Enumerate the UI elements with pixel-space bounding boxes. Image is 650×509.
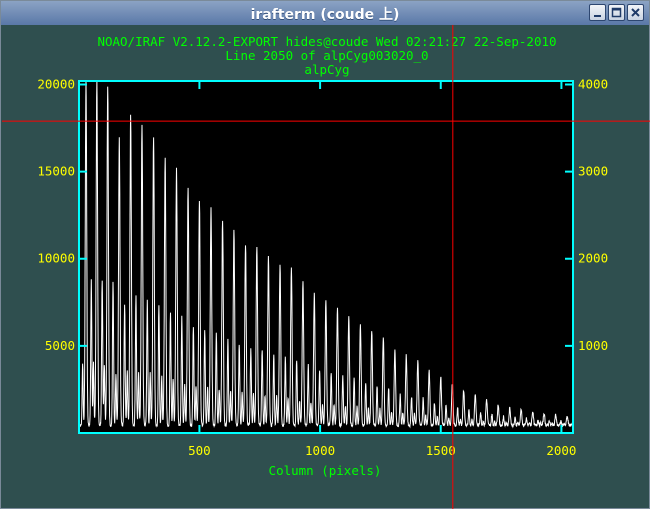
y-left-tick-label: 15000 [37, 164, 75, 179]
window-title: irafterm (coude 上) [250, 7, 400, 23]
x-tick-label: 1500 [426, 443, 456, 458]
x-tick-label: 2000 [546, 443, 576, 458]
x-axis-label: Column (pixels) [269, 463, 382, 478]
maximize-icon [611, 7, 622, 18]
header-line-3: alpCyg [304, 62, 349, 77]
header-line-1: NOAO/IRAF V2.12.2-EXPORT hides@coude Wed… [97, 34, 556, 49]
close-button[interactable] [627, 4, 644, 21]
y-right-tick-label: 1000 [578, 338, 608, 353]
minimize-icon [594, 15, 601, 17]
minimize-button[interactable] [589, 4, 606, 21]
header-line-2: Line 2050 of alpCyg003020_0 [225, 48, 428, 63]
maximize-button[interactable] [608, 4, 625, 21]
close-icon [631, 8, 640, 17]
title-bar[interactable]: irafterm (coude 上) [1, 1, 649, 25]
y-right-tick-label: 3000 [578, 164, 608, 179]
irafterm-window: irafterm (coude 上) NOAO/IRAF V2.12.2-EXP… [0, 0, 650, 509]
y-left-tick-label: 5000 [45, 338, 75, 353]
x-tick-label: 500 [188, 443, 211, 458]
y-left-tick-label: 20000 [37, 76, 75, 91]
y-right-tick-label: 4000 [578, 76, 608, 91]
plot-canvas[interactable]: NOAO/IRAF V2.12.2-EXPORT hides@coude Wed… [2, 25, 650, 509]
y-left-tick-label: 10000 [37, 251, 75, 266]
y-right-tick-label: 2000 [578, 251, 608, 266]
x-tick-label: 1000 [305, 443, 335, 458]
